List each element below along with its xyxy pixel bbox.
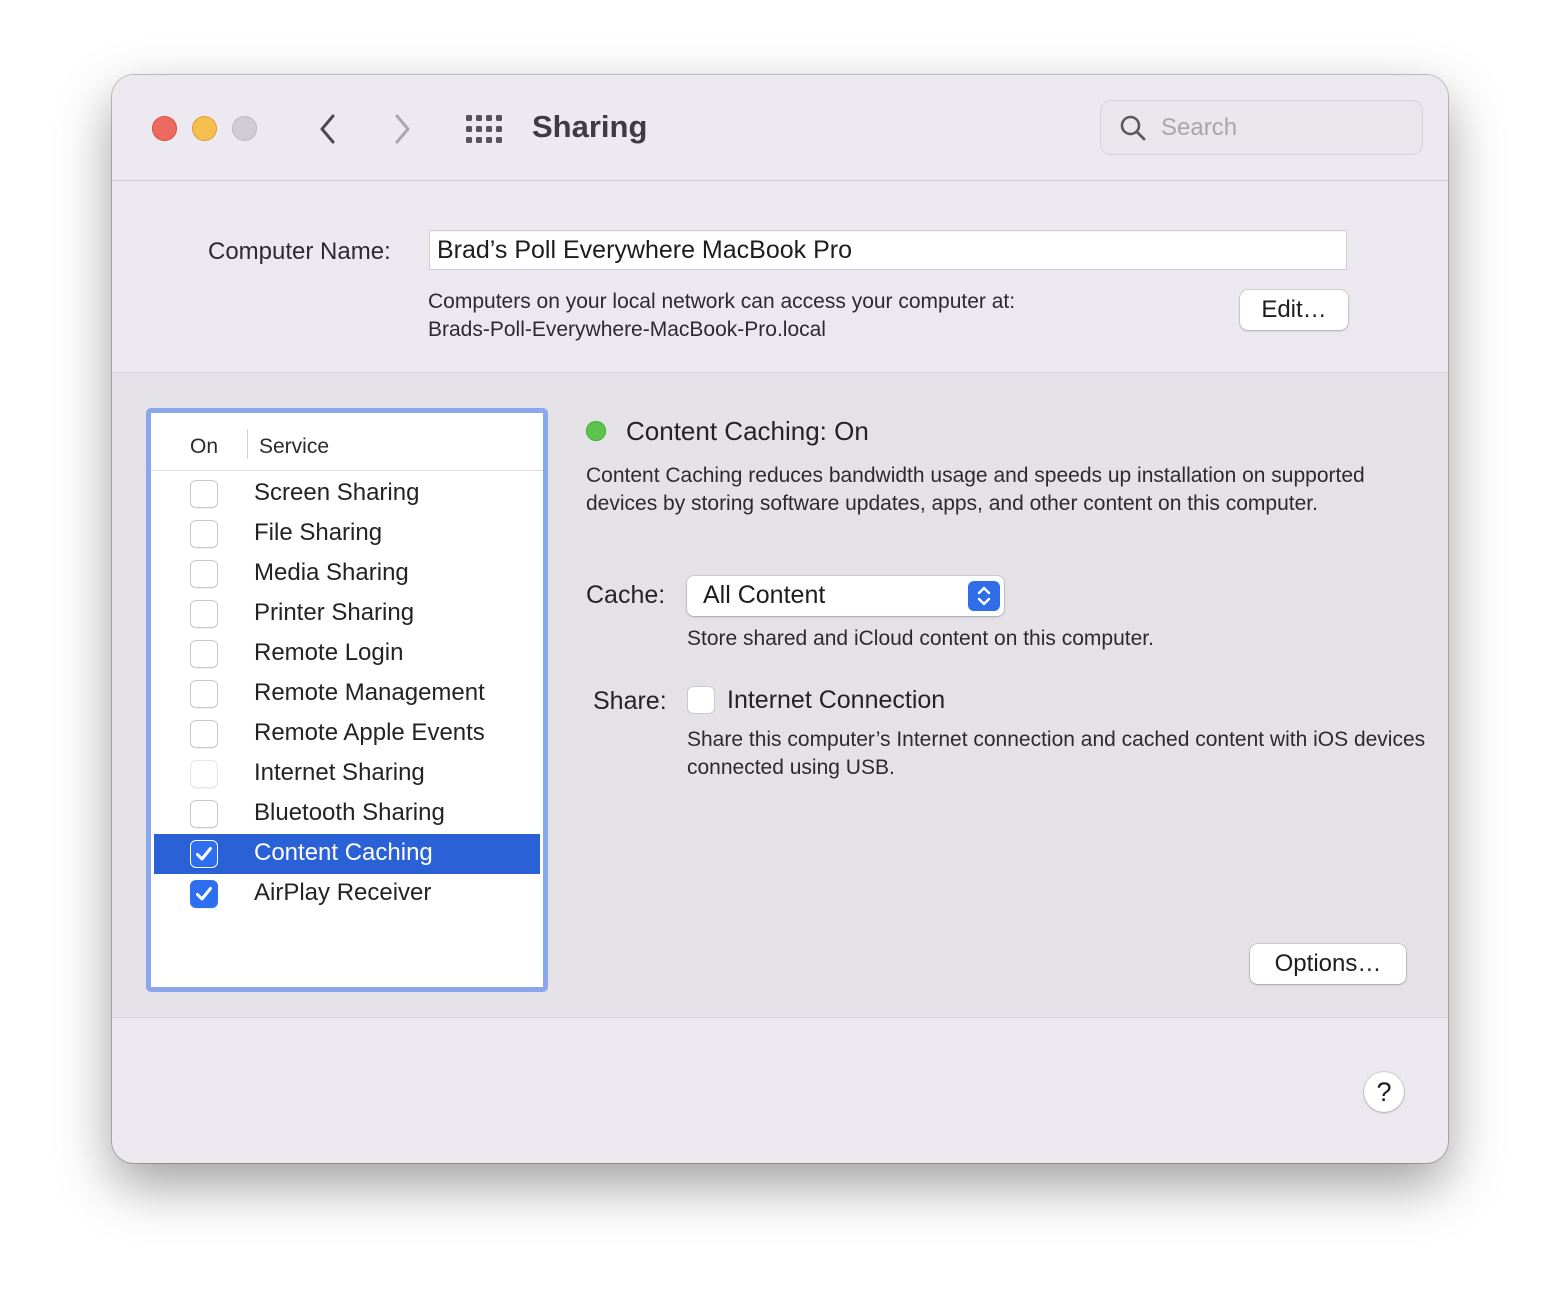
cache-popup-button[interactable]: All Content [687,576,1004,616]
service-row[interactable]: Printer Sharing [154,594,540,634]
checkmark-icon [196,887,212,901]
internet-connection-label[interactable]: Internet Connection [727,686,945,715]
service-label: AirPlay Receiver [254,879,432,906]
computer-name-field[interactable] [429,230,1347,270]
service-row[interactable]: File Sharing [154,514,540,554]
search-icon [1120,115,1146,141]
service-checkbox[interactable] [190,640,218,668]
service-checkbox[interactable] [190,880,218,908]
minimize-button[interactable] [192,116,217,141]
service-checkbox[interactable] [190,560,218,588]
zoom-button[interactable] [232,116,257,141]
popup-arrows-icon [968,581,1000,611]
cache-note: Store shared and iCloud content on this … [687,627,1154,650]
service-description: Content Caching reduces bandwidth usage … [586,464,1365,515]
service-row[interactable]: Bluetooth Sharing [154,794,540,834]
column-header-service[interactable]: Service [259,435,329,459]
service-label: Printer Sharing [254,599,415,626]
service-checkbox[interactable] [190,720,218,748]
show-all-grid-button[interactable] [462,111,506,147]
chevron-left-icon [320,114,335,144]
internet-connection-checkbox[interactable] [687,686,715,714]
edit-hostname-button[interactable]: Edit… [1240,290,1348,330]
cache-label: Cache: [586,581,666,609]
service-row[interactable]: Remote Login [154,634,540,674]
computer-name-label: Computer Name: [208,238,391,265]
cache-popup-value: All Content [703,581,826,609]
service-label: Media Sharing [254,559,409,586]
service-label: Remote Login [254,639,404,666]
service-list[interactable]: On Service Screen Sharing File Sharing Med… [146,408,548,992]
local-hostname: Brads-Poll-Everywhere-MacBook-Pro.local [428,318,826,341]
service-checkbox[interactable] [190,840,218,868]
checkmark-icon [196,847,212,861]
window-title: Sharing [532,109,648,144]
close-button[interactable] [152,116,177,141]
toolbar: Sharing [112,75,1448,181]
column-header-on[interactable]: On [190,435,218,459]
search-input[interactable] [1161,111,1411,145]
service-label: File Sharing [254,519,383,546]
computer-name-input[interactable] [430,231,1346,269]
service-row[interactable]: Remote Apple Events [154,714,540,754]
service-checkbox[interactable] [190,680,218,708]
service-status: Content Caching: On [626,416,869,446]
service-label: Content Caching [254,839,433,866]
service-label: Bluetooth Sharing [254,799,445,826]
service-row[interactable]: Screen Sharing [154,474,540,514]
sharing-window: Sharing Computer Name: Computers on your… [112,75,1448,1163]
service-row[interactable]: Remote Management [154,674,540,714]
back-button[interactable] [308,109,348,149]
column-divider [247,429,248,459]
options-button[interactable]: Options… [1250,944,1406,984]
service-list-header: On Service [151,413,543,471]
service-checkbox [190,760,218,788]
service-row[interactable]: AirPlay Receiver [154,874,540,914]
chevron-right-icon [395,114,410,144]
forward-button[interactable] [382,109,422,149]
service-label: Remote Management [254,679,485,706]
service-label: Internet Sharing [254,759,425,786]
service-row[interactable]: Content Caching [154,834,540,874]
service-checkbox[interactable] [190,800,218,828]
service-checkbox[interactable] [190,520,218,548]
service-checkbox[interactable] [190,600,218,628]
help-button[interactable]: ? [1364,1072,1404,1112]
search-field[interactable] [1100,100,1423,155]
share-note: Share this computer’s Internet connectio… [687,728,1426,779]
computer-name-section: Computer Name: Computers on your local n… [112,182,1448,372]
status-indicator-dot [586,421,606,441]
share-label: Share: [593,687,667,715]
network-address-info: Computers on your local network can acce… [428,288,1015,344]
service-row[interactable]: Internet Sharing [154,754,540,794]
service-checkbox[interactable] [190,480,218,508]
service-label: Remote Apple Events [254,719,485,746]
service-row[interactable]: Media Sharing [154,554,540,594]
service-label: Screen Sharing [254,479,420,506]
network-info-text: Computers on your local network can acce… [428,290,1016,313]
main-panel: On Service Screen Sharing File Sharing Med… [112,372,1448,1018]
